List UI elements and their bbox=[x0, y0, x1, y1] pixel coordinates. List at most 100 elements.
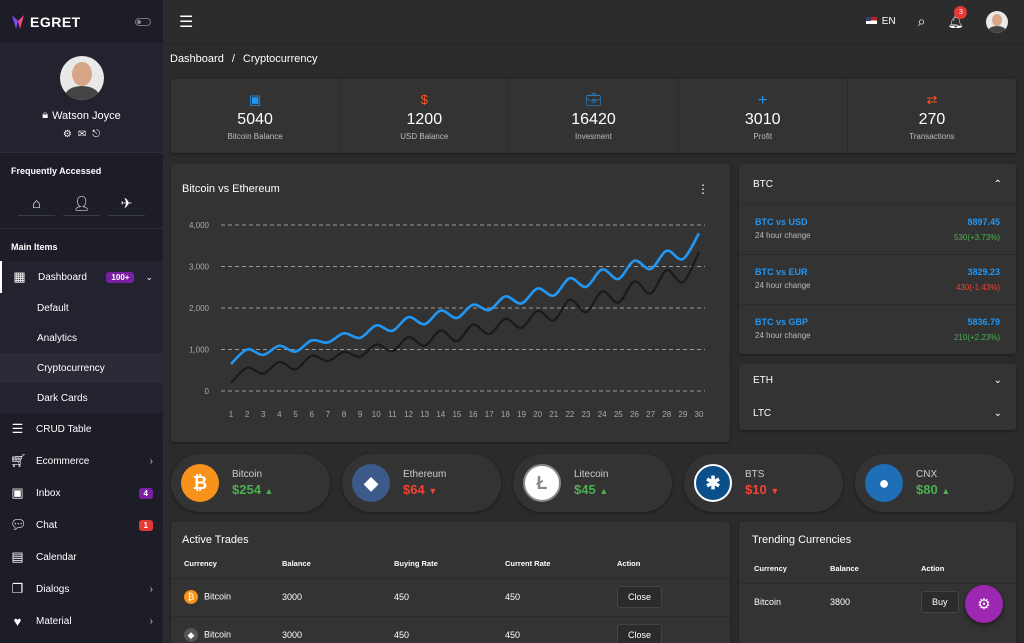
coin-card-bitcoin: ₿ Bitcoin $254 ▲ bbox=[171, 454, 330, 512]
sidebar-item-label: Chat bbox=[36, 519, 58, 531]
sidebar-item-inbox[interactable]: ▣ Inbox 4 bbox=[0, 477, 163, 509]
dashboard-icon: ▦ bbox=[13, 269, 26, 284]
gear-icon[interactable]: ⚙ bbox=[63, 129, 72, 140]
user-name: Watson Joyce bbox=[52, 109, 121, 122]
current-rate-cell: 450 bbox=[505, 577, 617, 616]
chevron-right-icon: › bbox=[149, 583, 153, 595]
home-icon[interactable]: ⌂ bbox=[18, 191, 55, 216]
language-label: EN bbox=[881, 16, 896, 27]
coin-value: $254 ▲ bbox=[232, 482, 274, 497]
stat-label: Profit bbox=[753, 131, 773, 141]
breadcrumb-root[interactable]: Dashboard bbox=[170, 53, 224, 65]
coin-value: $64 ▼ bbox=[403, 482, 438, 497]
language-selector[interactable]: EN bbox=[865, 16, 896, 27]
brand: EGRET bbox=[0, 0, 163, 43]
sidebar-sub-dark-cards[interactable]: Dark Cards bbox=[0, 383, 163, 413]
ltc-panel-header[interactable]: LTC ⌄ bbox=[739, 397, 1016, 430]
more-vert-icon[interactable]: ⋮ bbox=[697, 182, 709, 196]
pair-price: 5836.79 bbox=[967, 317, 1000, 327]
current-rate-cell: 450 bbox=[505, 615, 617, 643]
theme-toggle[interactable] bbox=[135, 17, 151, 26]
arrow-up-icon: ▲ bbox=[941, 486, 951, 496]
btc-pair-eur: BTC vs EUR 24 hour change 3829.23 430(-1… bbox=[739, 254, 1016, 304]
eth-panel-header[interactable]: ETH ⌄ bbox=[739, 364, 1016, 397]
flight-icon[interactable]: ✈ bbox=[108, 191, 145, 216]
stat-profit: + 3010 Profit bbox=[679, 79, 848, 153]
cnx-logo-icon: ● bbox=[865, 464, 903, 502]
coin-name: Litecoin bbox=[574, 469, 609, 480]
sidebar-item-calendar[interactable]: ▤ Calendar bbox=[0, 541, 163, 573]
gear-icon: ⚙ bbox=[977, 596, 991, 613]
column-header: Balance bbox=[282, 559, 311, 569]
balance-cell: 3000 bbox=[282, 615, 394, 643]
dialogs-icon: ❐ bbox=[11, 581, 24, 596]
chat-badge: 1 bbox=[138, 519, 153, 531]
close-trade-button[interactable]: Close bbox=[617, 624, 663, 643]
person-icon[interactable]: 👤︎ bbox=[63, 191, 100, 216]
sidebar-sub-default[interactable]: Default bbox=[0, 293, 163, 323]
coin-name: CNX bbox=[916, 469, 938, 480]
stat-value: 3010 bbox=[744, 110, 781, 128]
breadcrumb-separator: / bbox=[231, 53, 235, 65]
sidebar-item-ecommerce[interactable]: 🛒︎ Ecommerce › bbox=[0, 445, 163, 477]
x-tick-label: 9 bbox=[358, 410, 363, 419]
coin-value: $45 ▲ bbox=[574, 482, 609, 497]
action-cell: Close bbox=[617, 577, 730, 616]
table-header-row: Currency Balance Buying Rate Current Rat… bbox=[171, 550, 730, 578]
plus-icon: + bbox=[758, 91, 768, 109]
sidebar-item-chat[interactable]: 💬︎ Chat 1 bbox=[0, 509, 163, 541]
sidebar-item-dashboard[interactable]: ▦ Dashboard 100+ ⌄ bbox=[0, 261, 163, 293]
trending-title: Trending Currencies bbox=[752, 534, 852, 546]
menu-icon[interactable]: ☰ bbox=[179, 12, 193, 32]
x-tick-label: 13 bbox=[420, 410, 429, 419]
bts-logo-icon: ✱ bbox=[694, 464, 732, 502]
stat-label: USD Balance bbox=[400, 131, 449, 141]
stat-value: 270 bbox=[918, 110, 946, 128]
settings-fab[interactable]: ⚙ bbox=[965, 585, 1003, 623]
pair-name: BTC vs EUR bbox=[755, 267, 808, 277]
sidebar-item-material[interactable]: ♥ Material › bbox=[0, 605, 163, 637]
action-cell: Close bbox=[617, 615, 730, 643]
x-tick-label: 30 bbox=[695, 410, 704, 419]
sidebar-sub-analytics[interactable]: Analytics bbox=[0, 323, 163, 353]
coin-value: $80 ▲ bbox=[916, 482, 951, 497]
sidebar-sub-cryptocurrency[interactable]: Cryptocurrency bbox=[0, 353, 163, 383]
notifications-button[interactable]: 🔔︎ 3 bbox=[947, 5, 968, 30]
briefcase-icon: 💼︎ bbox=[585, 91, 602, 107]
line-chart: 01,0002,0003,0004,0001 2 3 4 5 6 7 8 9 10 11 12 13 14… bbox=[189, 221, 705, 419]
x-tick-label: 17 bbox=[485, 410, 494, 419]
y-tick-label: 0 bbox=[205, 387, 210, 396]
sidebar-item-dialogs[interactable]: ❐ Dialogs › bbox=[0, 573, 163, 605]
coin-name: BTS bbox=[745, 469, 765, 480]
arrow-up-icon: ▲ bbox=[264, 486, 274, 496]
currency-cell: ◆ Bitcoin bbox=[171, 615, 282, 643]
quick-links: ⌂ 👤︎ ✈ bbox=[0, 185, 163, 229]
transfer-icon: ⇄ bbox=[926, 91, 938, 107]
mail-icon[interactable]: ✉ bbox=[78, 129, 86, 140]
coin-card-cnx: ● CNX $80 ▲ bbox=[855, 454, 1014, 512]
inbox-badge: 4 bbox=[138, 487, 153, 499]
buy-button[interactable]: Buy bbox=[921, 591, 959, 614]
trades-table: Currency Balance Buying Rate Current Rat… bbox=[171, 550, 730, 643]
close-trade-button[interactable]: Close bbox=[617, 586, 663, 608]
topbar-avatar[interactable] bbox=[986, 10, 1008, 33]
table-header-row: Currency Balance Action bbox=[739, 555, 1016, 583]
x-tick-label: 27 bbox=[646, 410, 655, 419]
x-tick-label: 24 bbox=[598, 410, 607, 419]
sidebar-item-label: Dialogs bbox=[36, 583, 70, 595]
stat-usd-balance: $ 1200 USD Balance bbox=[340, 79, 510, 153]
series-line-2 bbox=[230, 251, 700, 384]
stat-value: 1200 bbox=[406, 110, 443, 128]
lock-icon: 🔒︎ bbox=[42, 109, 49, 121]
list-icon: ☰ bbox=[11, 421, 24, 436]
user-avatar[interactable] bbox=[59, 56, 104, 100]
logout-icon[interactable]: ⎋ bbox=[92, 129, 100, 140]
x-tick-label: 23 bbox=[582, 410, 591, 419]
btc-panel-header[interactable]: BTC ⌃ bbox=[739, 164, 1016, 204]
coin-card-bts: ✱ BTS $10 ▼ bbox=[684, 454, 843, 512]
sidebar-item-crud-table[interactable]: ☰ CRUD Table bbox=[0, 413, 163, 445]
search-icon[interactable]: ⌕ bbox=[918, 13, 926, 30]
chevron-right-icon: › bbox=[149, 615, 153, 627]
ltc-panel-title: LTC bbox=[753, 408, 772, 419]
y-tick-label: 1,000 bbox=[189, 346, 210, 355]
